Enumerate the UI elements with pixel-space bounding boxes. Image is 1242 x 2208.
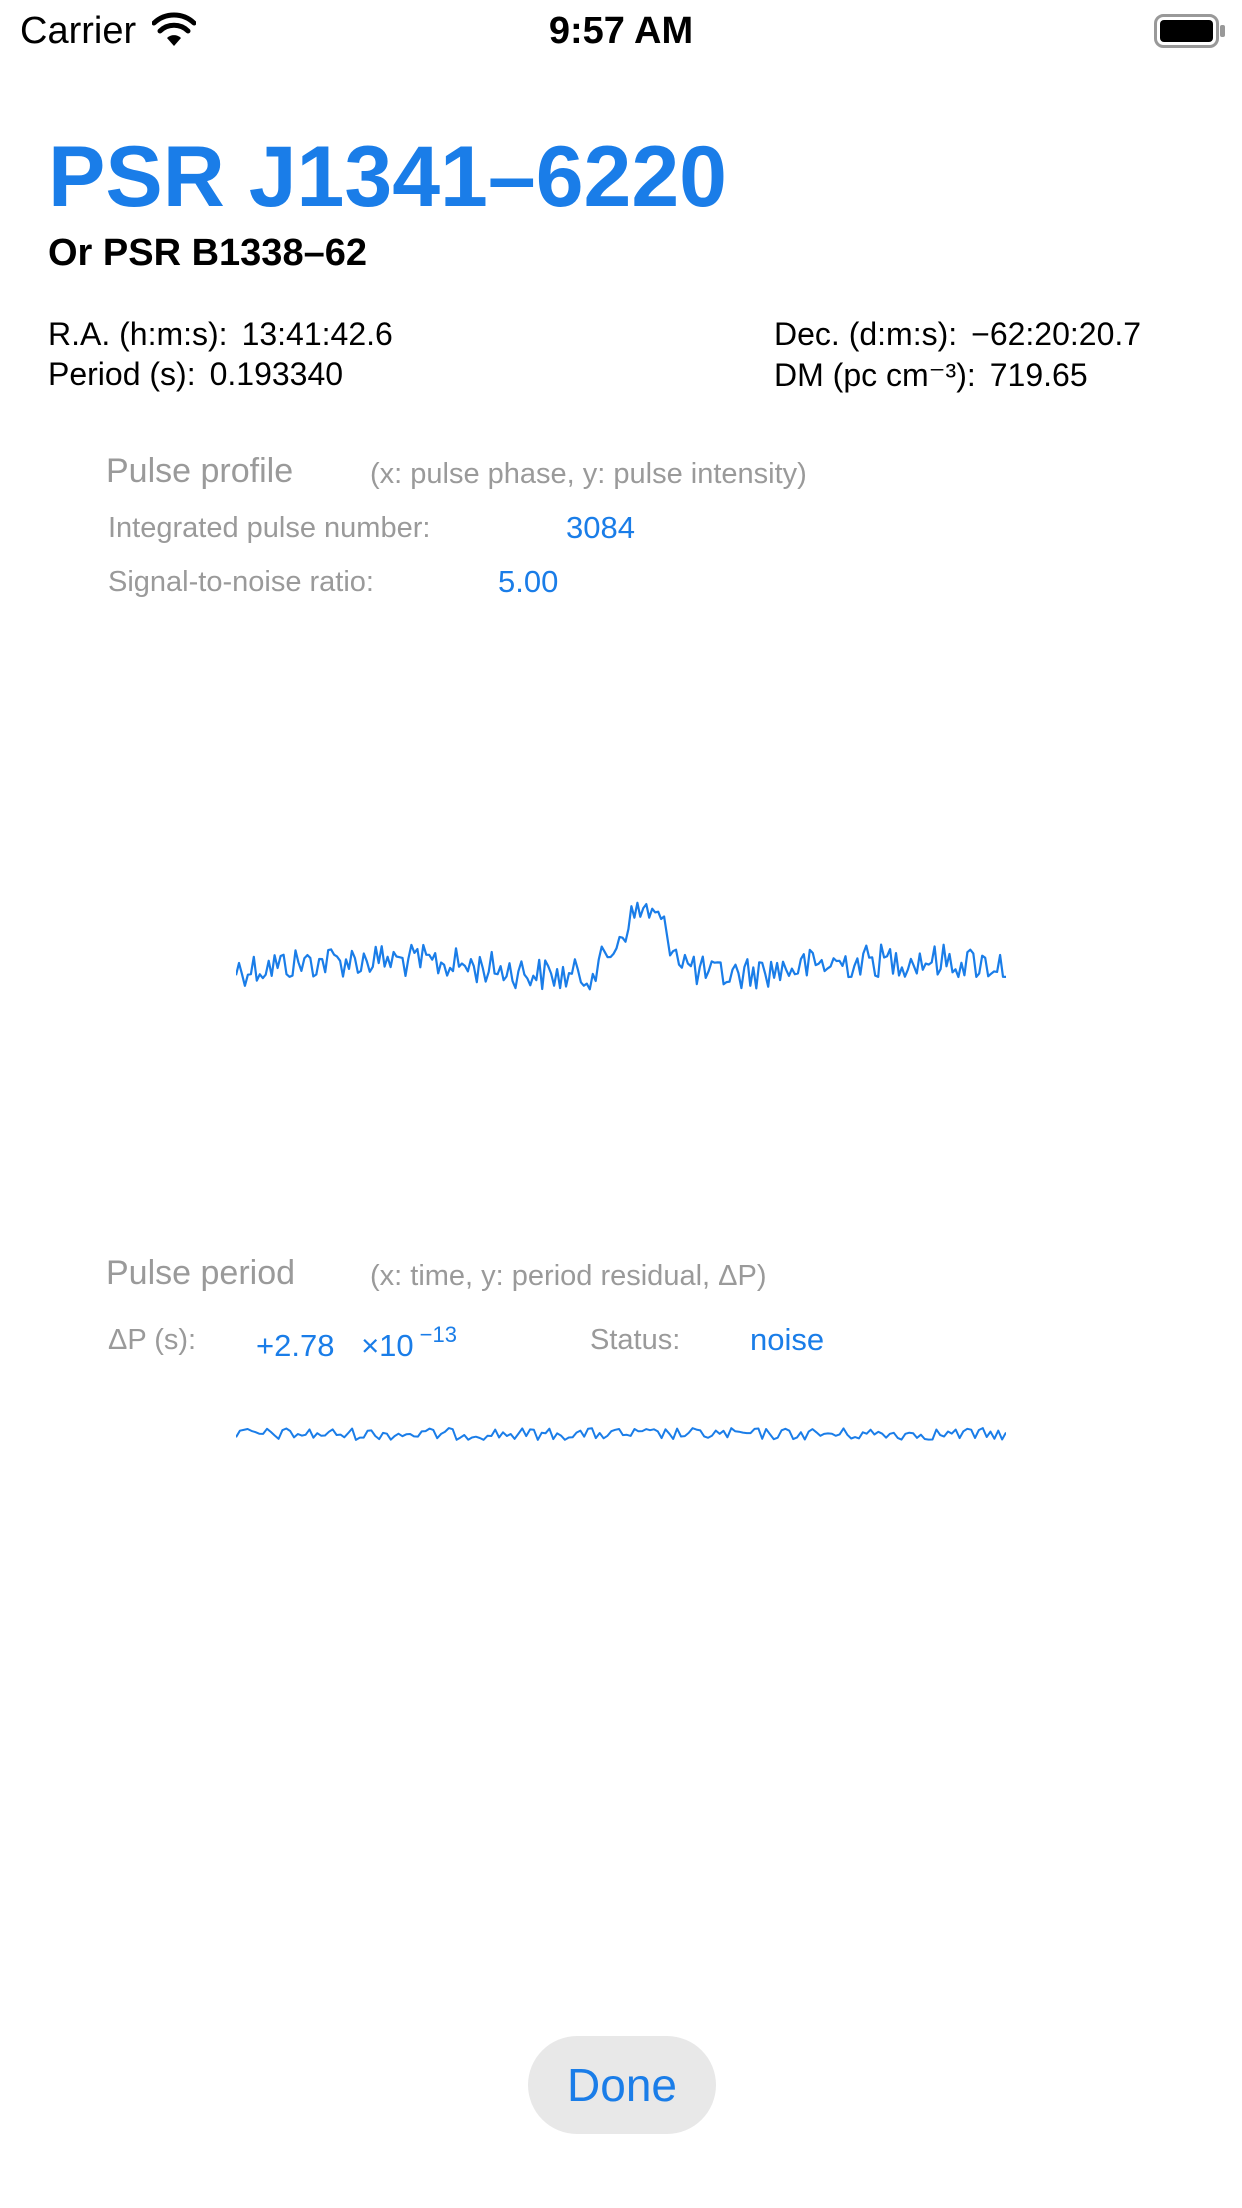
period-label: Period (s): [48, 356, 196, 392]
pulse-period-line [236, 1427, 1006, 1441]
status-time: 9:57 AM [548, 10, 694, 52]
ra-row: R.A. (h:m:s): 13:41:42.6 [48, 316, 393, 353]
pulse-period-note: (x: time, y: period residual, ΔP) [370, 1260, 767, 1292]
delta-p-label: ΔP (s): [108, 1324, 197, 1356]
snr-label: Signal-to-noise ratio: [108, 566, 374, 598]
pulse-profile-title: Pulse profile [106, 452, 294, 490]
period-row: Period (s): 0.193340 [48, 356, 343, 393]
pulsar-alt-name: Or PSR B1338–62 [48, 232, 367, 274]
pulsar-name: PSR J1341–6220 [48, 129, 728, 225]
pulse-profile-note: (x: pulse phase, y: pulse intensity) [370, 458, 807, 490]
pulse-profile-line [236, 901, 1006, 991]
delta-p-exponent: −13 [419, 1322, 457, 1347]
done-button[interactable]: Done [528, 2036, 716, 2134]
dec-value: −62:20:20.7 [971, 316, 1142, 352]
status-label: Status: [590, 1324, 681, 1356]
period-value: 0.193340 [209, 356, 344, 392]
delta-p-times: ×10 [361, 1328, 414, 1363]
pulse-profile-plot [236, 901, 1006, 991]
dm-row: DM (pc cm⁻³): 719.65 [774, 356, 1088, 394]
status-value: noise [750, 1322, 825, 1357]
battery-icon [1154, 14, 1225, 48]
pulse-period-title: Pulse period [106, 1254, 296, 1292]
integrated-pulse-label: Integrated pulse number: [108, 512, 431, 544]
dm-value: 719.65 [989, 357, 1088, 393]
pulse-period-plot [236, 1427, 1006, 1441]
dec-label: Dec. (d:m:s): [774, 316, 958, 352]
dm-label: DM (pc cm⁻³): [774, 357, 976, 393]
snr-value: 5.00 [498, 564, 559, 599]
dec-row: Dec. (d:m:s): −62:20:20.7 [774, 316, 1141, 353]
ra-value: 13:41:42.6 [241, 316, 393, 352]
ra-label: R.A. (h:m:s): [48, 316, 228, 352]
delta-p-number: +2.78 [256, 1328, 335, 1363]
delta-p-value: +2.78 ×10 −13 [256, 1322, 457, 1364]
integrated-pulse-value: 3084 [566, 510, 635, 545]
